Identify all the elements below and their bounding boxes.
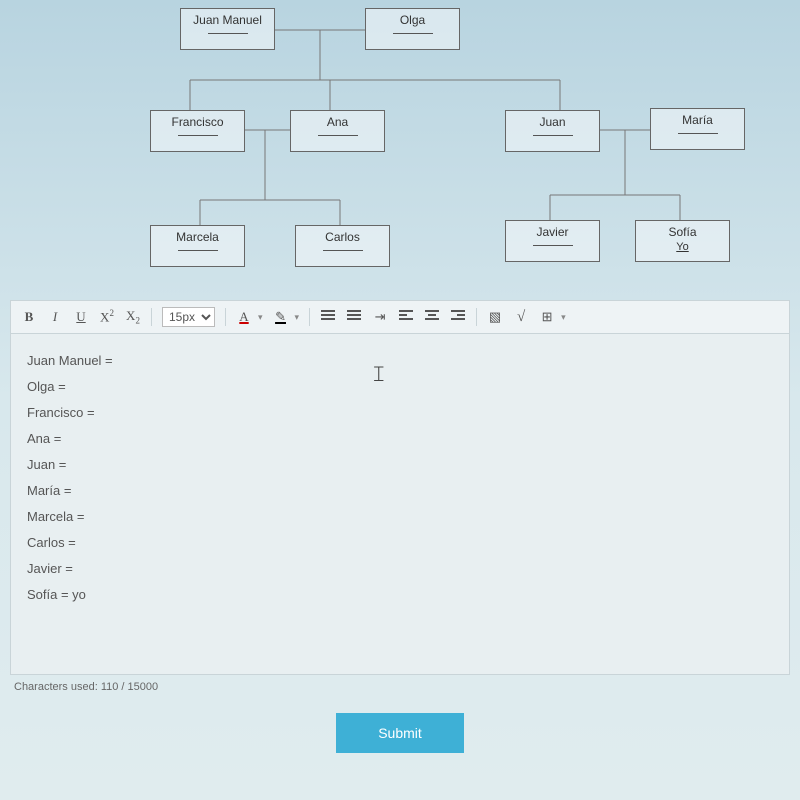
text-color-button[interactable]: A: [236, 309, 252, 325]
italic-button[interactable]: I: [47, 309, 63, 325]
editor-line: Sofía = yo: [27, 582, 773, 608]
editor-textarea[interactable]: 𝙸 Juan Manuel = Olga = Francisco = Ana =…: [11, 334, 789, 674]
node-label: Juan Manuel: [193, 13, 262, 27]
node-sofia: Sofía Yo: [635, 220, 730, 262]
editor-line: Javier =: [27, 556, 773, 582]
bold-button[interactable]: B: [21, 309, 37, 325]
submit-button[interactable]: Submit: [336, 713, 464, 753]
node-label: Juan: [539, 115, 565, 129]
editor-line: Juan =: [27, 452, 773, 478]
subscript-button[interactable]: X2: [125, 308, 141, 326]
editor-line: María =: [27, 478, 773, 504]
node-label: Carlos: [325, 230, 360, 244]
node-juan-manuel: Juan Manuel: [180, 8, 275, 50]
editor-toolbar: B I U X2 X2 15px A ▾ ✎ ▾ ⇥ ▧ √ ⊞ ▾: [11, 301, 789, 334]
node-label: Javier: [536, 225, 568, 239]
align-left-button[interactable]: [398, 308, 414, 326]
node-francisco: Francisco: [150, 110, 245, 152]
node-juan: Juan: [505, 110, 600, 152]
node-carlos: Carlos: [295, 225, 390, 267]
outdent-button[interactable]: ⇥: [372, 309, 388, 325]
editor-line: Marcela =: [27, 504, 773, 530]
editor-line: Juan Manuel =: [27, 348, 773, 374]
character-counter: Characters used: 110 / 15000: [0, 675, 800, 699]
editor-line: Francisco =: [27, 400, 773, 426]
underline-button[interactable]: U: [73, 309, 89, 325]
superscript-button[interactable]: X2: [99, 308, 115, 325]
text-cursor-icon: 𝙸: [371, 352, 387, 396]
node-sofia-sub: Yo: [676, 241, 688, 253]
node-olga: Olga: [365, 8, 460, 50]
table-button[interactable]: ⊞: [539, 309, 555, 325]
equation-button[interactable]: √: [513, 309, 529, 326]
node-javier: Javier: [505, 220, 600, 262]
node-label: María: [682, 113, 713, 127]
ordered-list-button[interactable]: [346, 308, 362, 326]
node-ana: Ana: [290, 110, 385, 152]
node-label: Francisco: [171, 115, 223, 129]
editor-line: Olga =: [27, 374, 773, 400]
align-right-button[interactable]: [450, 308, 466, 326]
chevron-down-icon[interactable]: ▾: [561, 312, 566, 323]
font-size-select[interactable]: 15px: [162, 307, 215, 327]
node-marcela: Marcela: [150, 225, 245, 267]
node-label: Sofía: [668, 225, 696, 239]
family-tree-diagram: Juan Manuel Olga Francisco Ana Juan Marí…: [0, 0, 800, 300]
editor-line: Ana =: [27, 426, 773, 452]
node-label: Ana: [327, 115, 348, 129]
unordered-list-button[interactable]: [320, 308, 336, 326]
chevron-down-icon[interactable]: ▾: [258, 312, 263, 323]
align-center-button[interactable]: [424, 308, 440, 326]
image-button[interactable]: ▧: [487, 309, 503, 325]
editor-line: Carlos =: [27, 530, 773, 556]
node-label: Olga: [400, 13, 425, 27]
node-label: Marcela: [176, 230, 219, 244]
chevron-down-icon[interactable]: ▾: [295, 312, 300, 323]
rich-text-editor: B I U X2 X2 15px A ▾ ✎ ▾ ⇥ ▧ √ ⊞ ▾: [10, 300, 790, 675]
node-maria: María: [650, 108, 745, 150]
highlight-button[interactable]: ✎: [273, 309, 289, 325]
